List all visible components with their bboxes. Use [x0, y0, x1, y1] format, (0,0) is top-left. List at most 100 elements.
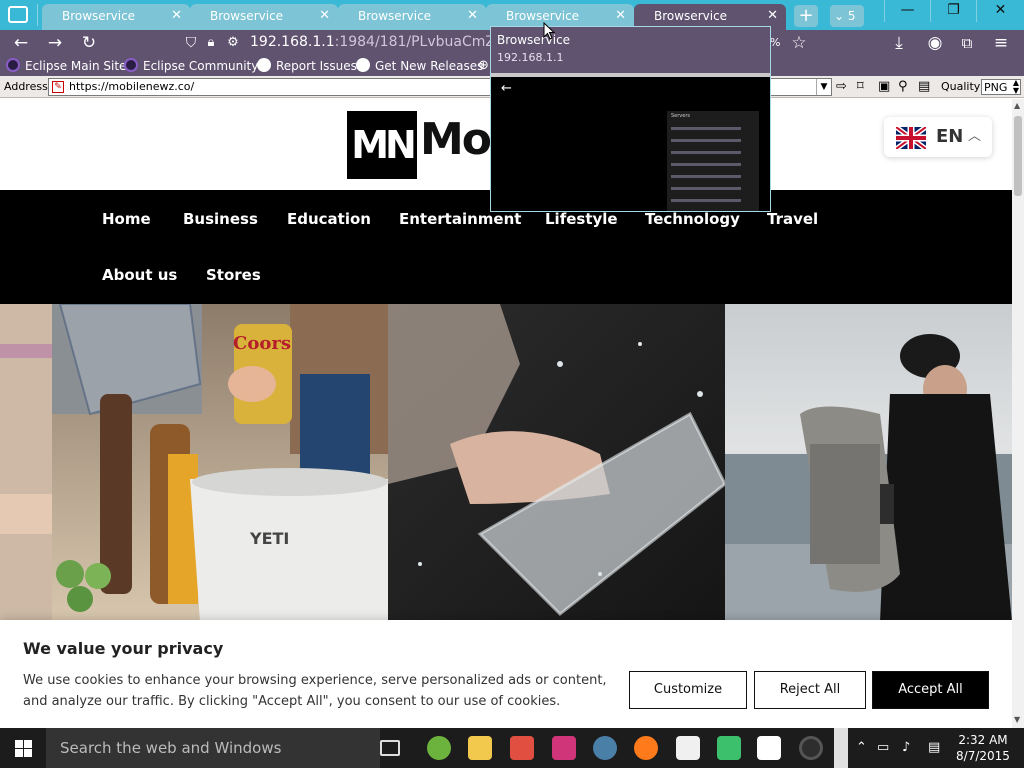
account-icon[interactable]: ◉: [924, 32, 946, 54]
tab-1[interactable]: Browservice ✕: [42, 4, 190, 30]
shield-icon[interactable]: ⛉: [180, 32, 202, 54]
volume-icon[interactable]: ♪: [902, 740, 910, 755]
app-gear-icon[interactable]: [799, 736, 823, 760]
taskbar-clock[interactable]: 2:32 AM 8/7/2015: [948, 732, 1018, 764]
minimize-button[interactable]: —: [884, 0, 930, 22]
address-dropdown-button[interactable]: ▼: [816, 79, 831, 95]
task-view-icon[interactable]: [380, 740, 400, 756]
taskbar-scroll-control[interactable]: [834, 728, 848, 768]
nav-lifestyle[interactable]: Lifestyle: [545, 210, 618, 228]
app-steel-globe-icon[interactable]: [593, 736, 617, 760]
preview-server-row: [671, 175, 741, 178]
go-arrow-icon[interactable]: ⇨: [836, 79, 847, 95]
quality-select[interactable]: PNG ▲ ▼: [981, 79, 1021, 95]
tab-3-close-icon[interactable]: ✕: [467, 4, 478, 28]
bookmark-eclipse-main-site[interactable]: Eclipse Main Site: [6, 58, 126, 74]
nav-business[interactable]: Business: [183, 210, 258, 228]
clock-date: 8/7/2015: [956, 749, 1010, 763]
app-globe-icon[interactable]: [427, 736, 451, 760]
extensions-icon[interactable]: ⧉: [956, 32, 978, 54]
reject-all-button[interactable]: Reject All: [754, 671, 866, 709]
hero-panel-backpack-man[interactable]: [725, 304, 1012, 622]
forward-arrow-icon[interactable]: →: [44, 32, 66, 54]
tab-overflow-count: 5: [847, 9, 856, 23]
nav-stores[interactable]: Stores: [206, 266, 261, 284]
windows-start-icon[interactable]: [15, 740, 32, 757]
preview-server-row: [671, 127, 741, 130]
taskbar-search-box[interactable]: Search the web and Windows: [46, 728, 380, 768]
find-icon[interactable]: ⚲: [898, 79, 908, 95]
bookmark-label: Report Issues: [276, 59, 357, 73]
quality-spin-icon: ▲ ▼: [1012, 78, 1019, 95]
menu-icon[interactable]: ≡: [990, 32, 1012, 54]
scroll-down-icon[interactable]: ▼: [1014, 715, 1020, 724]
nav-home[interactable]: Home: [102, 210, 151, 228]
tray-overflow-chevron-icon[interactable]: ⌃: [856, 740, 867, 755]
url-bar[interactable]: 192.168.1.1:1984/181/PLvbuaCmZi0hjv: [250, 34, 529, 50]
bookmark-star-icon[interactable]: ☆: [788, 32, 810, 54]
hero-panel-ice-bottle[interactable]: [388, 304, 727, 622]
bookmark-eclipse-community[interactable]: Eclipse Community: [124, 58, 258, 74]
nav-about-us[interactable]: About us: [102, 266, 177, 284]
chevron-down-icon: ⌄: [834, 9, 845, 23]
app-cat-icon[interactable]: [676, 736, 700, 760]
tab-menu-icon[interactable]: [8, 6, 28, 23]
quality-value: PNG: [984, 81, 1008, 94]
tab-5-close-icon[interactable]: ✕: [767, 4, 778, 28]
bookmark-globe-icon[interactable]: ⊕: [478, 58, 489, 74]
bookmark-page-icon[interactable]: ⌑: [857, 79, 864, 95]
back-arrow-icon[interactable]: ←: [10, 32, 32, 54]
page-scrollbar-thumb[interactable]: [1014, 116, 1022, 196]
permissions-icon[interactable]: ⚙︎: [222, 32, 244, 54]
tab-4-label: Browservice: [506, 9, 580, 23]
tab-2[interactable]: Browservice ✕: [190, 4, 338, 30]
mouse-cursor-icon: [543, 22, 555, 40]
bookmark-report-issues[interactable]: Report Issues: [257, 58, 357, 74]
site-logo-mark[interactable]: MN: [347, 111, 417, 179]
customize-button[interactable]: Customize: [629, 671, 747, 709]
tab-2-label: Browservice: [210, 9, 284, 23]
preview-servers-title: Servers: [671, 113, 691, 119]
tab-preview-popup[interactable]: Browservice 192.168.1.1 ← Servers: [490, 26, 771, 212]
zoom-indicator[interactable]: %: [770, 36, 780, 49]
new-tab-button[interactable]: +: [794, 5, 818, 27]
github-icon: [257, 58, 271, 72]
network-icon[interactable]: ▭: [877, 740, 889, 755]
scroll-up-icon[interactable]: ▲: [1014, 101, 1020, 110]
save-icon[interactable]: ▤: [918, 79, 930, 95]
hero-brand-coors: Coors: [233, 333, 291, 354]
app-paw-icon[interactable]: [757, 736, 781, 760]
cookie-banner: We value your privacy We use cookies to …: [0, 620, 1012, 728]
hero-image-strip[interactable]: Coors YETI: [0, 304, 1012, 622]
app-pink-icon[interactable]: [552, 736, 576, 760]
nav-education[interactable]: Education: [287, 210, 371, 228]
nav-technology[interactable]: Technology: [645, 210, 740, 228]
firefox-icon[interactable]: [634, 736, 658, 760]
reload-icon[interactable]: ↻: [78, 32, 100, 54]
hero-panel-left-edge[interactable]: [0, 304, 52, 622]
lock-icon[interactable]: 🔒︎: [200, 32, 222, 54]
uk-flag-icon: [896, 127, 926, 149]
language-selector[interactable]: EN ︿: [884, 117, 992, 157]
accept-all-button[interactable]: Accept All: [872, 671, 989, 709]
tab-2-close-icon[interactable]: ✕: [319, 4, 330, 28]
app-red-icon[interactable]: [510, 736, 534, 760]
github-icon: [356, 58, 370, 72]
tab-3[interactable]: Browservice ✕: [338, 4, 486, 30]
tab-4-close-icon[interactable]: ✕: [615, 4, 626, 28]
close-window-button[interactable]: ✕: [976, 0, 1024, 22]
bookmark-get-new-releases[interactable]: Get New Releases: [356, 58, 483, 74]
tab-overflow-button[interactable]: ⌄ 5: [830, 5, 864, 27]
tab-1-close-icon[interactable]: ✕: [171, 4, 182, 28]
maximize-button[interactable]: ❐: [930, 0, 976, 22]
tab-3-label: Browservice: [358, 9, 432, 23]
hero-brand-yeti: YETI: [249, 529, 289, 548]
print-icon[interactable]: ▣: [878, 79, 890, 95]
app-green-face-icon[interactable]: [717, 736, 741, 760]
nav-travel[interactable]: Travel: [767, 210, 818, 228]
download-icon[interactable]: ⤓: [888, 32, 910, 54]
hero-panel-cooler-drinks[interactable]: Coors YETI: [52, 304, 388, 622]
file-explorer-icon[interactable]: [468, 736, 492, 760]
notifications-icon[interactable]: ▤: [928, 740, 940, 755]
nav-entertainment[interactable]: Entertainment: [399, 210, 521, 228]
